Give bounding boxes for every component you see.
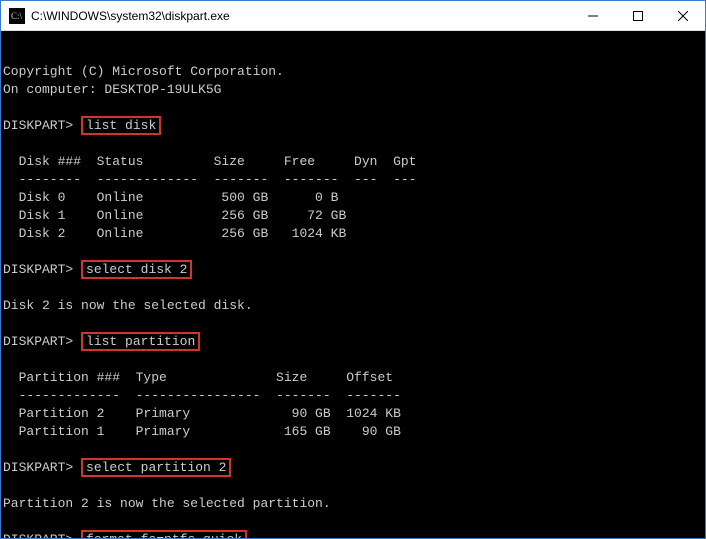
disk-table-header: Disk ### Status Size Free Dyn Gpt: [3, 154, 416, 169]
response-text: Partition 2 is now the selected partitio…: [3, 496, 331, 511]
cmd-icon: C:\: [9, 8, 25, 24]
command-format: format fs=ntfs quick: [81, 530, 247, 538]
copyright-line: Copyright (C) Microsoft Corporation.: [3, 64, 284, 79]
disk-row: Disk 2 Online 256 GB 1024 KB: [3, 226, 346, 241]
partition-table-header: Partition ### Type Size Offset: [3, 370, 393, 385]
prompt: DISKPART>: [3, 460, 73, 475]
terminal-output[interactable]: Copyright (C) Microsoft Corporation. On …: [1, 31, 705, 538]
command-select-disk: select disk 2: [81, 260, 192, 279]
computer-line: On computer: DESKTOP-19ULK5G: [3, 82, 221, 97]
disk-row: Disk 0 Online 500 GB 0 B: [3, 190, 338, 205]
command-select-partition: select partition 2: [81, 458, 231, 477]
disk-row: Disk 1 Online 256 GB 72 GB: [3, 208, 346, 223]
partition-row: Partition 1 Primary 165 GB 90 GB: [3, 424, 401, 439]
maximize-button[interactable]: [615, 1, 660, 30]
titlebar[interactable]: C:\ C:\WINDOWS\system32\diskpart.exe: [1, 1, 705, 31]
window-title: C:\WINDOWS\system32\diskpart.exe: [31, 9, 570, 23]
disk-table-divider: -------- ------------- ------- ------- -…: [3, 172, 416, 187]
command-list-disk: list disk: [81, 116, 161, 135]
prompt: DISKPART>: [3, 118, 73, 133]
minimize-button[interactable]: [570, 1, 615, 30]
partition-row: Partition 2 Primary 90 GB 1024 KB: [3, 406, 401, 421]
prompt: DISKPART>: [3, 334, 73, 349]
prompt: DISKPART>: [3, 262, 73, 277]
window-controls: [570, 1, 705, 30]
partition-table-divider: ------------- ---------------- ------- -…: [3, 388, 401, 403]
command-list-partition: list partition: [81, 332, 200, 351]
response-text: Disk 2 is now the selected disk.: [3, 298, 253, 313]
app-window: C:\ C:\WINDOWS\system32\diskpart.exe Cop…: [0, 0, 706, 539]
svg-text:C:\: C:\: [11, 11, 23, 21]
close-button[interactable]: [660, 1, 705, 30]
prompt: DISKPART>: [3, 532, 73, 538]
